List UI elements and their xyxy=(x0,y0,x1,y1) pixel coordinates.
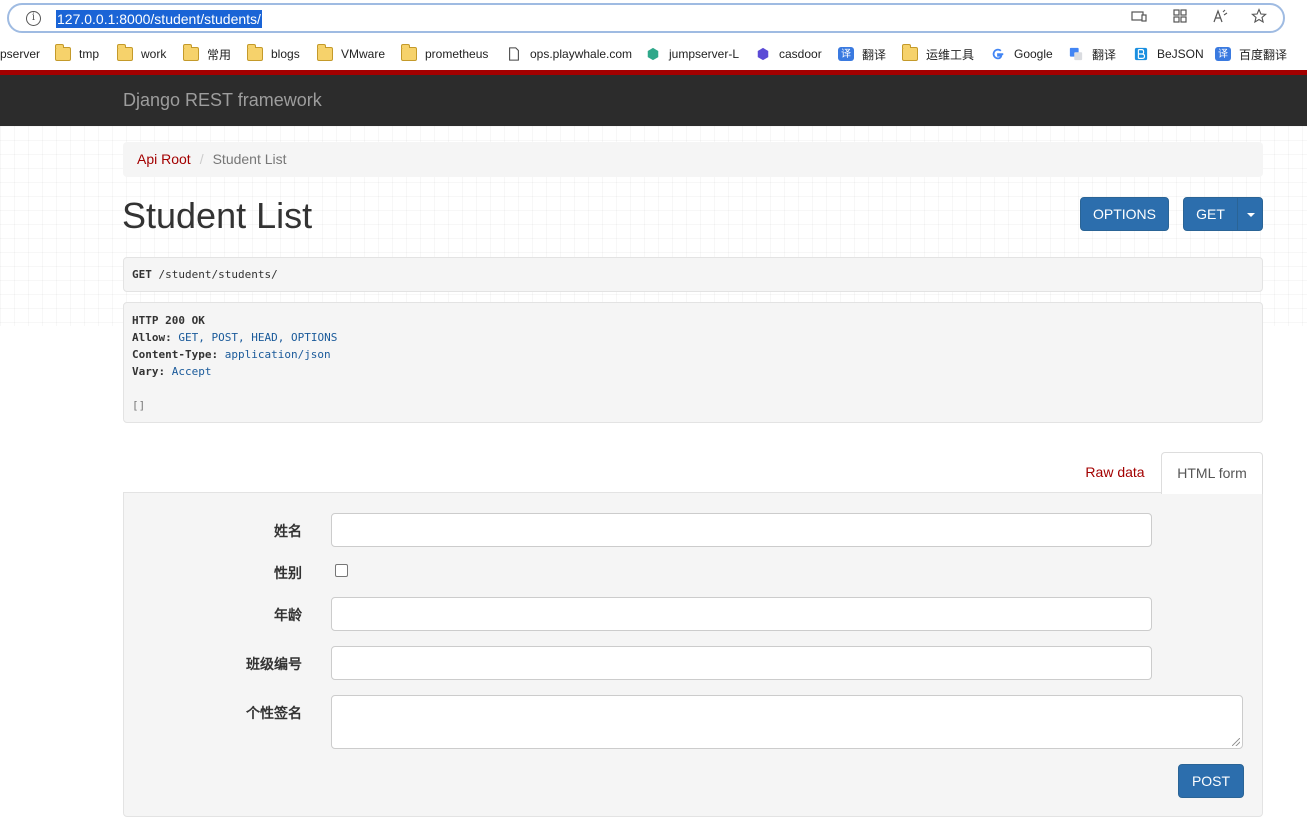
google-icon xyxy=(992,48,1004,60)
navbar-brand[interactable]: Django REST framework xyxy=(123,90,322,111)
response-status: HTTP 200 OK xyxy=(132,314,205,327)
bookmark-label: Google xyxy=(1014,47,1053,61)
bookmark-item[interactable]: tmp xyxy=(54,44,100,62)
breadcrumb-current: Student List xyxy=(212,151,287,167)
field-label-gender: 性别 xyxy=(274,565,302,581)
bookmark-label: pserver xyxy=(0,47,41,61)
bookmark-label: 常用 xyxy=(207,47,232,62)
bookmark-item[interactable]: 译翻译 xyxy=(838,46,886,62)
breadcrumb-api-root-link[interactable]: Api Root xyxy=(137,151,191,167)
signature-textarea[interactable] xyxy=(331,695,1243,749)
caret-down-icon xyxy=(1247,213,1255,217)
response-header-value: Accept xyxy=(171,365,212,378)
bookmark-label: blogs xyxy=(271,47,300,61)
request-path: /student/students/ xyxy=(158,268,278,281)
bookmark-label: prometheus xyxy=(425,47,489,61)
page-title: Student List xyxy=(122,195,313,236)
folder-icon xyxy=(400,44,417,61)
jumpserver-icon xyxy=(647,47,659,61)
bookmarks-bar: pserver tmp work 常用 blogs VMware prometh… xyxy=(0,38,1307,70)
options-button[interactable]: OPTIONS xyxy=(1080,197,1169,231)
address-bar[interactable]: i 127.0.0.1:8000/student/students/ xyxy=(7,3,1285,33)
field-label-class-id: 班级编号 xyxy=(246,656,302,672)
bookmark-item[interactable]: ops.playwhale.com xyxy=(506,46,632,62)
tab-html-form[interactable]: HTML form xyxy=(1161,452,1263,494)
get-format-dropdown-button[interactable] xyxy=(1237,197,1263,231)
bookmark-label: 运维工具 xyxy=(926,47,975,62)
site-info-icon[interactable]: i xyxy=(26,11,41,26)
request-info: GET /student/students/ xyxy=(123,257,1263,292)
folder-icon xyxy=(901,44,918,61)
bookmark-item[interactable]: Google xyxy=(990,46,1053,62)
apps-icon[interactable] xyxy=(1172,8,1188,24)
response-header-name: Content-Type: xyxy=(132,348,219,361)
response-body: [] xyxy=(132,399,146,412)
class-id-input[interactable] xyxy=(331,646,1152,680)
translate-icon: 译 xyxy=(838,47,854,61)
field-label-age: 年龄 xyxy=(274,607,302,623)
navbar: Django REST framework xyxy=(0,75,1307,126)
url-text[interactable]: 127.0.0.1:8000/student/students/ xyxy=(56,10,262,28)
folder-icon xyxy=(116,44,133,61)
bejson-icon xyxy=(1134,47,1148,61)
bookmark-item[interactable]: pserver xyxy=(0,46,40,62)
response-header-name: Allow: xyxy=(132,331,172,344)
textarea-resize-handle[interactable] xyxy=(1232,738,1240,746)
field-label-name: 姓名 xyxy=(274,523,302,539)
breadcrumb: Api Root / Student List xyxy=(123,142,1263,177)
folder-icon xyxy=(54,44,71,61)
bookmark-item[interactable]: work xyxy=(116,44,167,62)
html-form-panel: 姓名 性别 年龄 班级编号 个性签名 POST xyxy=(123,492,1263,817)
browser-toolbar: i 127.0.0.1:8000/student/students/ xyxy=(0,0,1307,38)
bookmark-item[interactable]: jumpserver-L xyxy=(645,46,739,62)
field-label-signature: 个性签名 xyxy=(246,705,302,721)
bookmark-item[interactable]: 翻译 xyxy=(1068,46,1116,62)
age-input[interactable] xyxy=(331,597,1152,631)
bookmark-label: casdoor xyxy=(779,47,822,61)
folder-icon xyxy=(182,44,199,61)
name-input[interactable] xyxy=(331,513,1152,547)
bookmark-label: 翻译 xyxy=(862,47,887,62)
request-method: GET xyxy=(132,268,152,281)
response-header-value: application/json xyxy=(224,348,331,361)
bookmark-item[interactable]: blogs xyxy=(246,44,300,62)
gender-checkbox[interactable] xyxy=(335,564,348,577)
post-button[interactable]: POST xyxy=(1178,764,1244,798)
response-header-value: GET, POST, HEAD, OPTIONS xyxy=(178,331,338,344)
bookmark-item[interactable]: 译百度翻译 xyxy=(1215,46,1287,62)
bookmark-item[interactable]: 运维工具 xyxy=(901,44,975,62)
translate-icon: 译 xyxy=(1215,47,1231,61)
page-icon xyxy=(509,47,519,61)
bookmark-item[interactable]: prometheus xyxy=(400,44,489,62)
response-info: HTTP 200 OK Allow: GET, POST, HEAD, OPTI… xyxy=(123,302,1263,423)
google-translate-icon xyxy=(1069,47,1083,61)
folder-icon xyxy=(246,44,263,61)
response-header-name: Vary: xyxy=(132,365,166,378)
bookmark-label: work xyxy=(141,47,167,61)
favorite-star-icon[interactable] xyxy=(1251,8,1267,24)
bookmark-label: BeJSON xyxy=(1157,47,1204,61)
bookmark-item[interactable]: casdoor xyxy=(755,46,822,62)
bookmark-item[interactable]: VMware xyxy=(316,44,386,62)
casdoor-icon xyxy=(757,47,769,61)
device-icon[interactable] xyxy=(1131,8,1147,24)
get-button[interactable]: GET xyxy=(1183,197,1238,231)
tab-raw-data[interactable]: Raw data xyxy=(1074,452,1156,493)
bookmark-label: tmp xyxy=(79,47,100,61)
folder-icon xyxy=(316,44,333,61)
read-aloud-icon[interactable] xyxy=(1212,8,1228,24)
bookmark-label: 百度翻译 xyxy=(1239,47,1288,62)
breadcrumb-separator: / xyxy=(199,151,204,167)
bookmark-label: 翻译 xyxy=(1092,47,1117,62)
bookmark-item[interactable]: 常用 xyxy=(182,44,232,62)
bookmark-item[interactable]: BeJSON xyxy=(1133,46,1204,62)
bookmark-label: VMware xyxy=(341,47,386,61)
bookmark-label: ops.playwhale.com xyxy=(530,47,633,61)
bookmark-label: jumpserver-L xyxy=(669,47,740,61)
